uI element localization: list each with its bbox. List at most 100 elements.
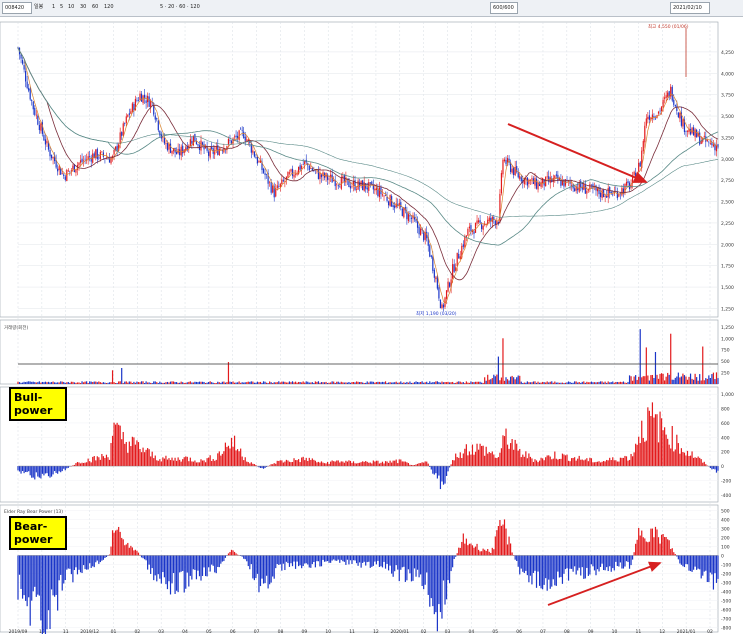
axes: 4,2504,0003,7503,5003,2503,0002,7502,500… (721, 50, 734, 632)
volume-bar (564, 382, 567, 384)
period-1-button[interactable]: 1 (52, 2, 55, 13)
bear-power-bar (671, 548, 673, 556)
candle-body (415, 219, 417, 222)
candle-body (662, 99, 664, 108)
bull-power-bar (572, 457, 574, 467)
volume-bar (359, 382, 361, 384)
x-tick-label: 11 (349, 629, 355, 634)
bear-power-bar (230, 549, 233, 556)
bear-power-bar (336, 555, 338, 561)
volume-bar (601, 381, 603, 384)
period-30-button[interactable]: 30 (80, 2, 86, 13)
bear-power-bar (645, 541, 647, 556)
bull-power-bar (621, 457, 623, 467)
bull-power-bar (41, 466, 44, 474)
volume-bar (84, 381, 86, 384)
bull-power-bar (169, 460, 172, 467)
period-10-button[interactable]: 10 (68, 2, 74, 13)
candle-body (162, 137, 164, 138)
candle-body (535, 178, 538, 189)
volume-bar (525, 382, 527, 384)
bear-power-bar (445, 555, 448, 600)
candle-body (435, 277, 437, 280)
bull-power-bar (461, 457, 463, 467)
bear-power-bar (398, 555, 400, 582)
bear-power-bar (116, 529, 118, 556)
volume-bar (593, 382, 596, 384)
volume-bar (113, 382, 115, 384)
period-60-button[interactable]: 60 (92, 2, 98, 13)
volume-bar (714, 378, 716, 384)
bull-power-bar (427, 463, 429, 467)
candle-body (403, 207, 405, 218)
volume-bar (221, 381, 223, 384)
volume-bar (551, 381, 553, 384)
bull-power-bar (378, 463, 381, 467)
volume-bar (160, 382, 162, 384)
bear-power-bar (429, 555, 431, 607)
x-tick-label: 2021/01 (677, 629, 696, 634)
bear-power-bar (92, 555, 94, 567)
period-120-button[interactable]: 120 (104, 2, 114, 13)
bull-power-bar (215, 459, 217, 467)
volume-bar (308, 382, 310, 384)
bull-power-bar (424, 461, 426, 467)
candle-body (140, 93, 143, 102)
volume-bar (522, 382, 524, 384)
bull-power-bar (92, 456, 94, 467)
bull-power-bar (598, 461, 600, 467)
volume-bar (709, 377, 711, 384)
date-field[interactable]: 2021/02/10 (670, 2, 710, 14)
bull-power-bar (95, 460, 97, 467)
bear-power-bar (470, 543, 472, 556)
volume-bar (299, 382, 301, 384)
bear-power-bar (549, 555, 551, 589)
volume-bar (63, 381, 65, 384)
bear-power-bar (702, 555, 704, 576)
period-5-button[interactable]: 5 (60, 2, 63, 13)
bear-power-bar (44, 555, 47, 634)
volume-bar (630, 376, 632, 384)
volume-bar (452, 381, 454, 384)
bear-power-bar (84, 555, 86, 570)
bull-power-bar (426, 461, 428, 467)
volume-bar (336, 381, 338, 384)
candle-body (477, 220, 480, 223)
bull-power-bar (362, 461, 364, 467)
bull-power-bar (615, 460, 617, 467)
bull-power-bar (305, 457, 307, 467)
volume-bar (444, 381, 446, 384)
volume-bar (517, 375, 519, 384)
counter-field[interactable]: 600/600 (490, 2, 518, 14)
bull-power-bar (328, 463, 330, 467)
bear-power-bar (607, 555, 609, 572)
bear-power-bar (343, 555, 345, 562)
candle-body (639, 162, 641, 167)
candle-body (25, 71, 27, 82)
volume-bar (357, 381, 359, 384)
volume-bar (179, 382, 181, 384)
bull-power-bar (40, 466, 42, 479)
volume-bar (513, 377, 515, 384)
volume-bar (394, 382, 396, 384)
stock-code-input[interactable]: 008420 (2, 2, 32, 14)
bear-power-bar (596, 555, 599, 570)
volume-bar (439, 382, 442, 384)
volume-bar (389, 382, 391, 384)
volume-bar (575, 381, 577, 384)
bull-power-bar (229, 448, 231, 467)
volume-bar (436, 381, 438, 384)
bear-power-bar (185, 555, 187, 589)
bull-power-bar (75, 463, 77, 467)
bull-power-bar (98, 457, 100, 467)
bull-power-bar (665, 434, 667, 467)
bull-power-bar (250, 462, 252, 467)
period-daily-button[interactable]: 일봉 (34, 2, 43, 13)
bear-power-bar (387, 555, 390, 571)
candle-body (43, 134, 45, 141)
volume-bar (241, 382, 243, 384)
volume-bar (697, 380, 699, 384)
volume-bar (537, 381, 539, 384)
volume-bar (479, 381, 481, 384)
volume-bar (607, 381, 609, 384)
